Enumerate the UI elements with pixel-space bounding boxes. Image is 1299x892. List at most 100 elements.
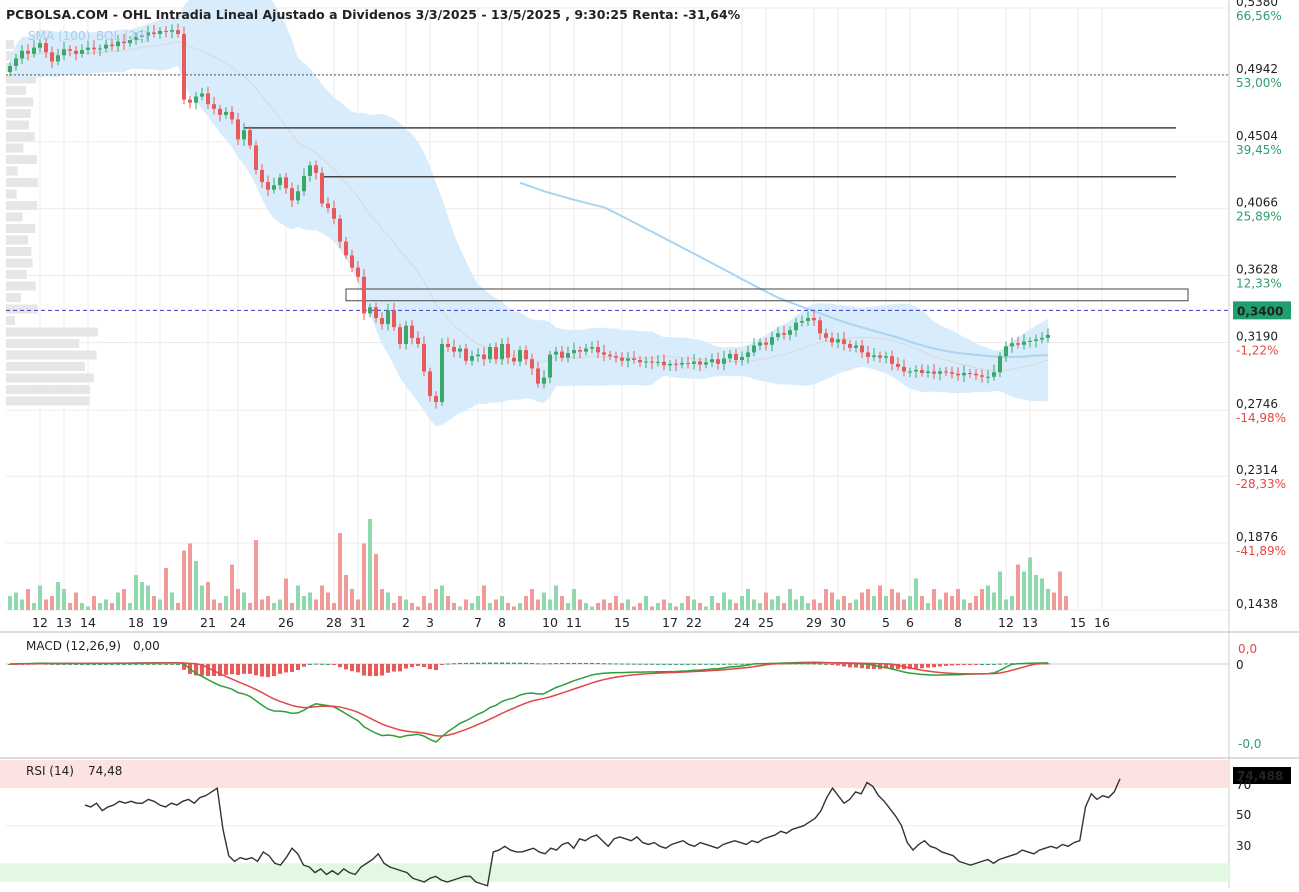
volume-bar bbox=[344, 575, 348, 610]
macd-histogram-bar bbox=[134, 663, 138, 665]
candle-body bbox=[794, 322, 798, 331]
price-axis-pct: -14,98% bbox=[1236, 411, 1286, 425]
volume-bar bbox=[890, 589, 894, 610]
candle-body bbox=[572, 350, 576, 354]
candle-body bbox=[962, 372, 966, 376]
macd-histogram-bar bbox=[272, 664, 276, 677]
macd-histogram-bar bbox=[398, 664, 402, 672]
candle-body bbox=[1010, 343, 1014, 347]
volume-bar bbox=[284, 578, 288, 610]
candle-body bbox=[854, 345, 858, 348]
volume-bar bbox=[1052, 592, 1056, 610]
macd-histogram-bar bbox=[404, 664, 408, 669]
volume-bar bbox=[992, 592, 996, 610]
candle-body bbox=[320, 172, 324, 204]
x-tick-label: 26 bbox=[278, 615, 294, 630]
macd-histogram-bar bbox=[740, 663, 744, 665]
candle-body bbox=[908, 371, 912, 373]
candle-body bbox=[1046, 334, 1050, 338]
volume-bar bbox=[668, 603, 672, 610]
macd-histogram-bar bbox=[248, 664, 252, 674]
volume-profile-bar bbox=[6, 235, 29, 245]
volume-bar bbox=[116, 592, 120, 610]
macd-histogram-bar bbox=[170, 663, 174, 665]
x-tick-label: 15 bbox=[614, 615, 630, 630]
candle-body bbox=[584, 348, 588, 352]
x-tick-label: 21 bbox=[200, 615, 216, 630]
x-tick-label: 18 bbox=[128, 615, 144, 630]
macd-histogram-bar bbox=[830, 664, 834, 665]
volume-bar bbox=[128, 603, 132, 610]
macd-histogram-bar bbox=[416, 664, 420, 666]
price-axis-pct: -1,22% bbox=[1236, 343, 1278, 357]
macd-histogram-bar bbox=[686, 663, 690, 665]
volume-profile-bar bbox=[6, 109, 31, 118]
candle-body bbox=[938, 371, 942, 374]
volume-bar bbox=[1046, 589, 1050, 610]
candle-body bbox=[764, 342, 768, 345]
candle-body bbox=[86, 47, 90, 50]
candle-body bbox=[44, 43, 48, 53]
macd-histogram-bar bbox=[950, 664, 954, 666]
candle-body bbox=[296, 191, 300, 201]
candle-body bbox=[944, 371, 948, 373]
macd-panel-label: MACD (12,26,9) bbox=[26, 639, 121, 653]
volume-bar bbox=[608, 603, 612, 610]
volume-bar bbox=[752, 599, 756, 610]
volume-bar bbox=[44, 599, 48, 610]
chart-background bbox=[0, 0, 1299, 888]
volume-bar bbox=[332, 603, 336, 610]
volume-bar bbox=[290, 603, 294, 610]
volume-bar bbox=[446, 596, 450, 610]
volume-bar bbox=[590, 606, 594, 610]
macd-histogram-bar bbox=[998, 663, 1002, 665]
candle-body bbox=[344, 241, 348, 256]
volume-bar bbox=[200, 585, 204, 610]
bollinger-indicator-label: BOL (20) bbox=[96, 29, 149, 43]
volume-bar bbox=[1028, 557, 1032, 610]
volume-bar bbox=[1034, 575, 1038, 610]
sma-indicator-label: SMA (100) bbox=[28, 29, 90, 43]
x-tick-label: 14 bbox=[80, 615, 96, 630]
volume-bar bbox=[914, 578, 918, 610]
candle-body bbox=[20, 50, 24, 59]
volume-profile-bar bbox=[6, 258, 33, 268]
candle-body bbox=[488, 347, 492, 360]
candle-body bbox=[362, 276, 366, 314]
volume-bar bbox=[614, 596, 618, 610]
volume-bar bbox=[710, 596, 714, 610]
volume-bar bbox=[788, 589, 792, 610]
macd-histogram-bar bbox=[290, 664, 294, 672]
candle-body bbox=[518, 350, 522, 362]
candle-body bbox=[434, 395, 438, 403]
candle-body bbox=[530, 359, 534, 369]
chart-title: PCBOLSA.COM - OHL Intradia Lineal Ajusta… bbox=[6, 7, 741, 22]
volume-bar bbox=[164, 568, 168, 610]
volume-bar bbox=[230, 564, 234, 610]
macd-bottom-label: -0,0 bbox=[1238, 737, 1261, 751]
volume-bar bbox=[950, 596, 954, 610]
x-tick-label: 12 bbox=[998, 615, 1014, 630]
candle-body bbox=[512, 357, 516, 362]
macd-histogram-bar bbox=[368, 664, 372, 676]
macd-histogram-bar bbox=[938, 664, 942, 667]
price-axis-label: 0,4504 bbox=[1236, 129, 1278, 143]
volume-bar bbox=[452, 603, 456, 610]
candle-body bbox=[254, 145, 258, 170]
volume-bar bbox=[716, 603, 720, 610]
volume-bar bbox=[482, 585, 486, 610]
candle-body bbox=[776, 333, 780, 338]
macd-histogram-bar bbox=[926, 664, 930, 668]
candle-body bbox=[92, 47, 96, 50]
volume-bar bbox=[320, 585, 324, 610]
candle-body bbox=[218, 108, 222, 115]
candle-body bbox=[80, 49, 84, 54]
candle-body bbox=[1004, 346, 1008, 357]
candle-body bbox=[926, 371, 930, 373]
macd-histogram-bar bbox=[152, 663, 156, 665]
volume-bar bbox=[308, 592, 312, 610]
candle-body bbox=[800, 321, 804, 323]
macd-histogram-bar bbox=[332, 664, 336, 665]
volume-profile-bar bbox=[6, 143, 24, 153]
candle-body bbox=[98, 48, 102, 50]
